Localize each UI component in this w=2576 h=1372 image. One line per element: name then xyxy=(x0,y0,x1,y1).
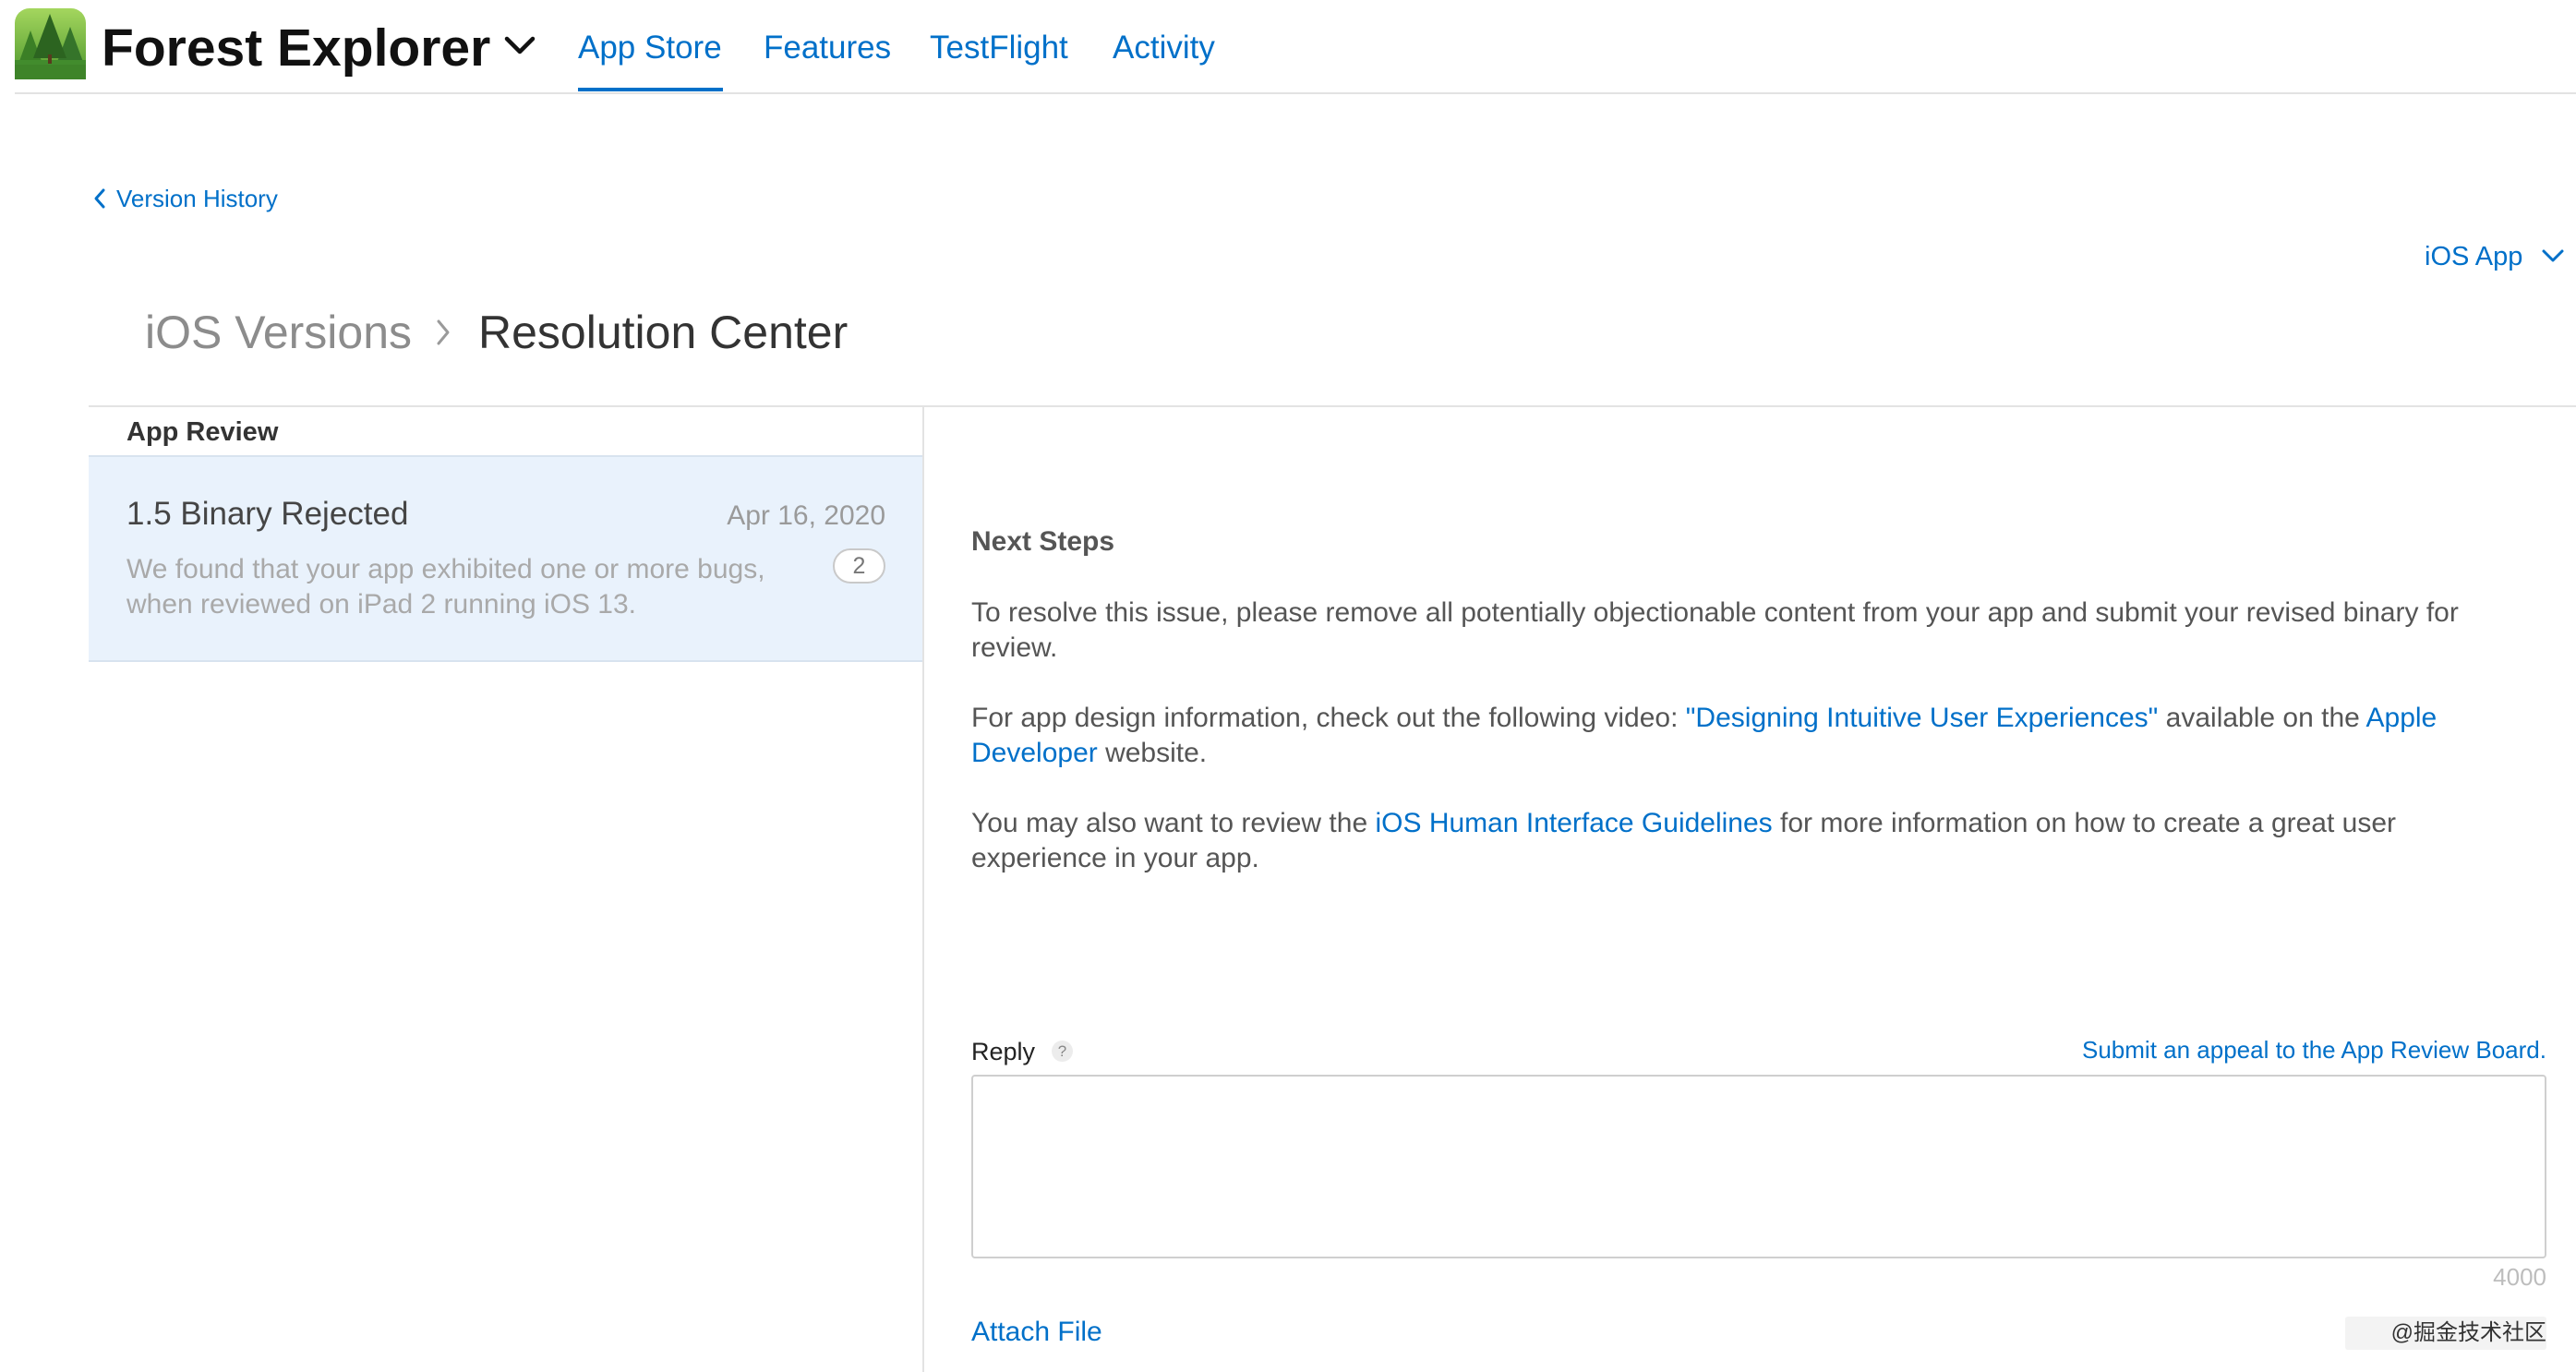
breadcrumb-ios-versions[interactable]: iOS Versions xyxy=(145,305,412,360)
paragraph-text: For app design information, check out th… xyxy=(971,703,1686,733)
appeal-link[interactable]: Submit an appeal to the App Review Board… xyxy=(2031,1032,2546,1067)
app-title: Forest Explorer xyxy=(102,18,491,78)
issue-summary: We found that your app exhibited one or … xyxy=(126,554,765,620)
tab-features[interactable]: Features xyxy=(764,20,891,76)
next-steps-heading: Next Steps xyxy=(971,526,1115,557)
issue-date: Apr 16, 2020 xyxy=(727,500,885,531)
panel-divider xyxy=(922,406,924,1372)
forest-app-icon xyxy=(15,8,86,79)
watermark: @掘金技术社区 xyxy=(2345,1317,2546,1350)
attach-file-button[interactable]: Attach File xyxy=(971,1315,1102,1350)
sidebar-heading: App Review xyxy=(126,417,279,447)
paragraph-text: website. xyxy=(1097,738,1208,768)
page-title: Resolution Center xyxy=(478,307,849,358)
tab-app-store[interactable]: App Store xyxy=(578,20,722,76)
paragraph-guidelines: You may also want to review the iOS Huma… xyxy=(971,806,2522,876)
char-count: 4000 xyxy=(2493,1263,2546,1291)
issue-title: 1.5 Binary Rejected xyxy=(126,496,409,532)
hig-link[interactable]: iOS Human Interface Guidelines xyxy=(1375,808,1772,838)
chevron-down-icon[interactable] xyxy=(2541,247,2565,264)
paragraph-text: You may also want to review the xyxy=(971,808,1376,838)
message-count-badge: 2 xyxy=(833,548,885,584)
video-link[interactable]: "Designing Intuitive User Experiences" xyxy=(1686,703,2159,733)
version-history-link[interactable]: Version History xyxy=(116,181,278,216)
tab-testflight[interactable]: TestFlight xyxy=(930,20,1068,76)
reply-label: Reply xyxy=(971,1038,1036,1065)
active-tab-indicator xyxy=(578,88,723,91)
next-steps-body: To resolve this issue, please remove all… xyxy=(971,596,2522,911)
reply-input[interactable] xyxy=(971,1075,2546,1258)
paragraph-text: available on the xyxy=(2158,703,2366,733)
chevron-down-icon[interactable] xyxy=(504,35,536,57)
platform-select[interactable]: iOS App xyxy=(2425,239,2522,274)
content-divider xyxy=(89,405,2576,407)
chevron-right-icon xyxy=(437,319,450,345)
paragraph-resolve: To resolve this issue, please remove all… xyxy=(971,597,2459,663)
help-icon[interactable]: ? xyxy=(1052,1041,1073,1062)
tab-activity[interactable]: Activity xyxy=(1113,20,1215,76)
chevron-left-icon[interactable] xyxy=(92,187,107,210)
paragraph-design-info: For app design information, check out th… xyxy=(971,701,2522,771)
header-divider xyxy=(15,92,2576,94)
